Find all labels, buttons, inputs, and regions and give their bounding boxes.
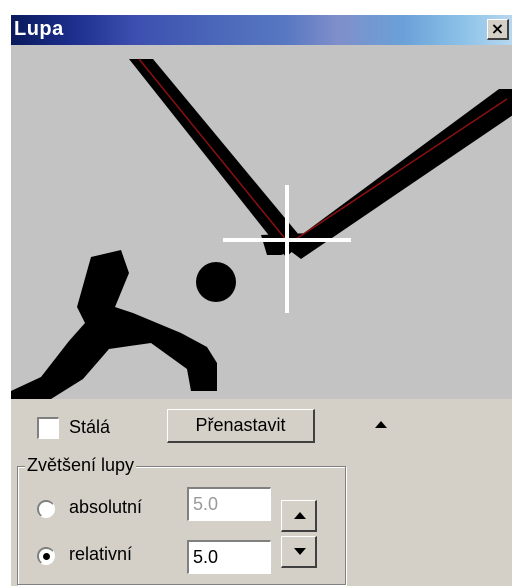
- reset-button[interactable]: Přenastavit: [167, 409, 315, 443]
- magnifier-viewport: [11, 45, 512, 399]
- window-title: Lupa: [14, 18, 64, 40]
- zoom-group-label: Zvětšení lupy: [25, 455, 137, 476]
- fixed-checkbox[interactable]: [37, 417, 59, 439]
- fixed-checkbox-label[interactable]: Stálá: [69, 417, 110, 438]
- triangle-up-icon[interactable]: [375, 421, 387, 428]
- relative-radio[interactable]: [37, 547, 55, 565]
- absolute-radio[interactable]: [37, 500, 55, 518]
- spin-up-icon: [294, 512, 306, 519]
- close-button[interactable]: ×: [487, 19, 509, 40]
- close-icon: ×: [490, 19, 505, 38]
- zoom-spin-up-button[interactable]: [281, 500, 317, 532]
- zoom-spin-down-button[interactable]: [281, 536, 317, 568]
- absolute-zoom-field: [187, 487, 271, 521]
- absolute-radio-label[interactable]: absolutní: [69, 497, 142, 518]
- title-bar[interactable]: Lupa ×: [11, 15, 512, 45]
- radio-selected-dot: [43, 553, 50, 560]
- spin-down-icon: [294, 548, 306, 555]
- controls-panel: Stálá Přenastavit Zvětšení lupy absolutn…: [11, 399, 512, 586]
- magnifier-window: Lupa × Stálá Přenastavit Zvětšení lupy a…: [10, 14, 512, 586]
- relative-zoom-field[interactable]: [187, 540, 271, 574]
- relative-radio-label[interactable]: relativní: [69, 544, 132, 565]
- magnified-dot: [196, 262, 236, 302]
- magnified-image: [11, 45, 512, 399]
